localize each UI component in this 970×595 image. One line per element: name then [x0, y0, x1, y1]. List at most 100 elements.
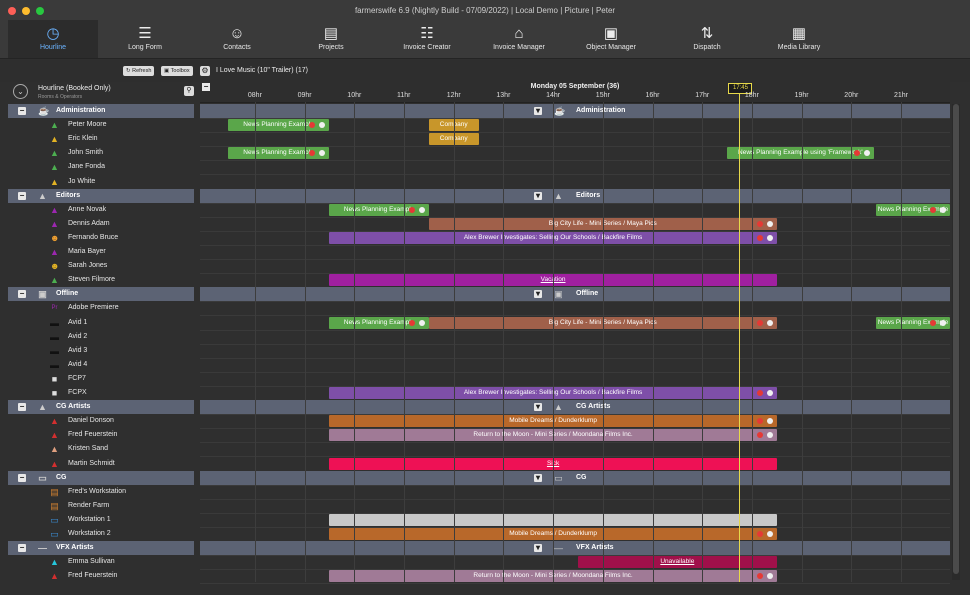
booking-bar[interactable]: Unavailable: [577, 556, 777, 569]
resource-row[interactable]: ▲ Jane Fonda: [8, 160, 194, 174]
zoom-window-button[interactable]: [36, 7, 44, 15]
chevron-down-icon[interactable]: ⌄: [13, 84, 28, 99]
toolbar-projects[interactable]: ▤ Projects: [286, 20, 376, 58]
resource-lane[interactable]: [200, 344, 950, 359]
resource-row[interactable]: ▭ Workstation 2: [8, 527, 194, 541]
resource-lane[interactable]: News Planning Example News Planning Examp…: [200, 146, 950, 162]
resource-lane[interactable]: [200, 499, 950, 514]
collapse-button[interactable]: −: [18, 290, 26, 299]
resource-lane[interactable]: [200, 358, 950, 373]
minimize-window-button[interactable]: [22, 7, 30, 15]
resource-lane[interactable]: Company: [200, 132, 950, 148]
group-lane[interactable]: ▾ ☕ Administration: [200, 104, 950, 119]
resource-lane[interactable]: Big City Life - Mini Series / Maya Pics: [200, 217, 950, 232]
close-window-button[interactable]: [8, 7, 16, 15]
group-header[interactable]: − ▲ Editors: [8, 188, 194, 203]
gear-icon[interactable]: ⚙: [200, 66, 210, 76]
booking-bar[interactable]: News Planning Example: [876, 203, 950, 216]
booking-bar[interactable]: News Planning Example: [329, 316, 429, 329]
chevron-down-icon[interactable]: ▾: [534, 473, 542, 482]
resource-row[interactable]: ☻ Fernando Bruce: [8, 231, 194, 245]
toolbar-hourline[interactable]: ◷ Hourline: [8, 20, 98, 58]
group-lane[interactable]: ▾ ▲ Editors: [200, 188, 950, 204]
collapse-button[interactable]: −: [18, 403, 26, 412]
resource-lane[interactable]: [200, 301, 950, 317]
resource-row[interactable]: ▬ Avid 1: [8, 316, 194, 330]
chevron-down-icon[interactable]: ▾: [534, 403, 542, 412]
booking-bar[interactable]: News Planning Example: [876, 316, 950, 329]
resource-lane[interactable]: Return to the Moon - Mini Series / Moond…: [200, 569, 950, 585]
resource-row[interactable]: ▤ Render Farm: [8, 499, 194, 513]
toolbar-invoice-manager[interactable]: ⌂ Invoice Manager: [474, 20, 564, 58]
chevron-down-icon[interactable]: ▾: [534, 107, 542, 115]
resource-row[interactable]: ▬ Avid 3: [8, 344, 194, 358]
group-lane[interactable]: ▾ ▭ CG: [200, 470, 950, 486]
resource-lane[interactable]: [200, 160, 950, 176]
resource-lane[interactable]: News Planning ExampleCompany: [200, 118, 950, 134]
resource-lane[interactable]: [200, 372, 950, 387]
chevron-down-icon[interactable]: ▾: [534, 544, 542, 553]
vertical-scrollbar[interactable]: [952, 104, 960, 580]
resource-row[interactable]: ▲ Emma Sullivan: [8, 555, 194, 569]
resource-lane[interactable]: Sick: [200, 457, 950, 472]
collapse-button[interactable]: −: [18, 107, 26, 115]
toolbar-long-form[interactable]: ☰ Long Form: [100, 20, 190, 58]
resource-lane[interactable]: Alex Brewer Investigates: Selling Our Sc…: [200, 231, 950, 246]
resource-row[interactable]: ▲ Maria Bayer: [8, 245, 194, 259]
resource-row[interactable]: ▲ Fred Feuerstein: [8, 428, 194, 442]
chevron-down-icon[interactable]: ▾: [534, 290, 542, 299]
booking-bar[interactable]: News Planning Example: [227, 147, 330, 160]
resource-row[interactable]: ▲ Steven Filmore: [8, 273, 194, 287]
group-header[interactable]: − ― VFX Artists: [8, 541, 194, 556]
group-header[interactable]: − ☕ Administration: [8, 104, 194, 118]
resource-row[interactable]: ▲ Dennis Adam: [8, 217, 194, 231]
toolbar-object-manager[interactable]: ▣ Object Manager: [566, 20, 656, 58]
resource-lane[interactable]: News Planning ExampleBig City Life - Min…: [200, 316, 950, 331]
resource-lane[interactable]: Alex Brewer Investigates: Selling Our Sc…: [200, 386, 950, 401]
resource-row[interactable]: ▲ Kristen Sand: [8, 442, 194, 456]
toolbar-media-library[interactable]: ▦ Media Library: [754, 20, 844, 58]
resource-lane[interactable]: Vacation: [200, 273, 950, 289]
resource-lane[interactable]: Unavailable: [200, 555, 950, 571]
resource-row[interactable]: ▲ Eric Klein: [8, 132, 194, 146]
resource-lane[interactable]: Return to the Moon - Mini Series / Moond…: [200, 428, 950, 444]
toolbar-contacts[interactable]: ☺ Contacts: [192, 20, 282, 58]
resource-row[interactable]: ▲ Peter Moore: [8, 118, 194, 132]
scrollbar-thumb[interactable]: [953, 104, 959, 574]
booking-bar[interactable]: News Planning Example: [227, 119, 330, 132]
resource-lane[interactable]: [200, 259, 950, 275]
group-lane[interactable]: ▾ ▲ CG Artists: [200, 400, 950, 416]
resource-lane[interactable]: [200, 513, 950, 528]
collapse-button[interactable]: −: [18, 473, 26, 482]
resource-row[interactable]: ▲ John Smith: [8, 146, 194, 160]
collapse-button[interactable]: −: [18, 544, 26, 553]
group-header[interactable]: − ▣ Offline: [8, 287, 194, 302]
group-header[interactable]: − ▲ CG Artists: [8, 400, 194, 415]
resource-lane[interactable]: [200, 485, 950, 500]
toolbar-dispatch[interactable]: ⇅ Dispatch: [662, 20, 752, 58]
resource-lane[interactable]: [200, 245, 950, 260]
group-lane[interactable]: ▾ ▣ Offline: [200, 287, 950, 303]
group-lane[interactable]: ▾ ― VFX Artists: [200, 541, 950, 557]
resource-row[interactable]: ■ FCP7: [8, 372, 194, 386]
resource-row[interactable]: ▬ Avid 2: [8, 330, 194, 344]
toolbox-button[interactable]: ▣ Toolbox: [161, 66, 193, 76]
resource-row[interactable]: ▭ Workstation 1: [8, 513, 194, 527]
refresh-button[interactable]: ↻ Refresh: [123, 66, 155, 76]
resource-lane[interactable]: [200, 330, 950, 345]
resource-lane[interactable]: Mobile Dreams / Dunderklump: [200, 414, 950, 430]
resource-lane[interactable]: [200, 442, 950, 458]
collapse-button[interactable]: −: [18, 191, 26, 200]
chevron-down-icon[interactable]: ▾: [534, 191, 542, 200]
resource-row[interactable]: ▬ Avid 4: [8, 358, 194, 372]
resource-row[interactable]: ▲ Anne Novak: [8, 203, 194, 217]
resource-row[interactable]: ▲ Martin Schmidt: [8, 457, 194, 471]
resource-row[interactable]: ▲ Jo White: [8, 175, 194, 189]
group-header[interactable]: − ▭ CG: [8, 470, 194, 485]
resource-lane[interactable]: [200, 175, 950, 190]
resource-lane[interactable]: Mobile Dreams / Dunderklump: [200, 527, 950, 542]
booking-bar[interactable]: News Planning Example: [329, 203, 429, 216]
resource-row[interactable]: Pr Adobe Premiere: [8, 301, 194, 315]
resource-row[interactable]: ▲ Daniel Donson: [8, 414, 194, 428]
search-icon[interactable]: ⚲: [184, 86, 194, 96]
